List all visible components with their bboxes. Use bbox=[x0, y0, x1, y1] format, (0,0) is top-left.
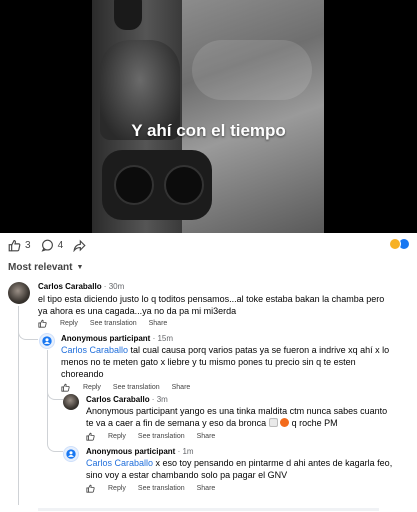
comment-text-line: sino voy a estar chambando solo pa pagar… bbox=[86, 470, 288, 480]
comment-text-line: Carlos Caraballo x eso toy pensando en p… bbox=[86, 457, 412, 469]
thread-elbow bbox=[47, 388, 63, 400]
comment-actions: Reply See translation Share bbox=[38, 319, 179, 328]
comment-text-line: Anonymous participant yango es una tinka… bbox=[86, 406, 388, 416]
divider bbox=[38, 508, 379, 511]
thread-elbow bbox=[47, 400, 63, 452]
video-frame bbox=[92, 0, 324, 233]
comment-header: Carlos Caraballo · 3m bbox=[86, 395, 168, 404]
comment-text-line: ya ahora es una cagada...ya no da pa mi … bbox=[38, 306, 237, 316]
mention-link[interactable]: Carlos Caraballo bbox=[61, 345, 128, 355]
thumbs-up-icon[interactable] bbox=[38, 319, 47, 328]
thumbs-up-icon[interactable] bbox=[86, 432, 95, 441]
comment-time: · 30m bbox=[101, 282, 125, 291]
reply-button[interactable]: Reply bbox=[108, 485, 126, 492]
thumbs-up-icon bbox=[8, 239, 21, 251]
reply-button[interactable]: Reply bbox=[83, 384, 101, 391]
share-comment-button[interactable]: Share bbox=[149, 320, 168, 327]
see-translation-button[interactable]: See translation bbox=[113, 384, 160, 391]
share-comment-button[interactable]: Share bbox=[172, 384, 191, 391]
comment-text-line: el tipo esta diciendo justo lo q toditos… bbox=[38, 294, 385, 304]
anonymous-user-icon bbox=[42, 336, 52, 346]
wow-reaction-icon bbox=[389, 238, 401, 250]
avatar[interactable] bbox=[39, 333, 55, 349]
comment-actions: Reply See translation Share bbox=[86, 432, 227, 441]
comment-text: Carlos Caraballo tal cual causa porq var… bbox=[61, 344, 411, 380]
comment-text: Anonymous participant yango es una tinka… bbox=[86, 405, 412, 429]
comment-text: el tipo esta diciendo justo lo q toditos… bbox=[38, 293, 410, 317]
angry-emoji-icon bbox=[280, 418, 290, 427]
comment-header: Carlos Caraballo · 30m bbox=[38, 282, 124, 291]
share-arrow-icon bbox=[73, 239, 86, 252]
comment-button[interactable]: 4 bbox=[41, 239, 64, 252]
dice-emoji-icon bbox=[268, 418, 278, 427]
comment-text-fragment: te va a caer a fin de semana y eso da br… bbox=[86, 418, 269, 428]
anonymous-user-icon bbox=[66, 449, 76, 459]
comment-text-line: menos no te meten gato x liebre y tu mis… bbox=[61, 357, 356, 367]
avatar[interactable] bbox=[63, 446, 79, 462]
comment-actions: Reply See translation Share bbox=[61, 383, 202, 392]
comment-author[interactable]: Anonymous participant bbox=[61, 334, 150, 343]
comment-text-line: te va a caer a fin de semana y eso da br… bbox=[86, 417, 412, 429]
like-count: 3 bbox=[25, 239, 31, 251]
comment-author[interactable]: Anonymous participant bbox=[86, 447, 175, 456]
comment-time: · 3m bbox=[149, 395, 168, 404]
comment-time: · 1m bbox=[175, 447, 194, 456]
comment-author[interactable]: Carlos Caraballo bbox=[86, 395, 150, 404]
video-caption: Y ahí con el tiempo bbox=[131, 121, 286, 140]
comment-actions: Reply See translation Share bbox=[86, 484, 227, 493]
see-translation-button[interactable]: See translation bbox=[138, 485, 185, 492]
like-button[interactable]: 3 bbox=[8, 239, 31, 252]
thumbs-up-icon[interactable] bbox=[86, 484, 95, 493]
frame-seat-fold bbox=[192, 40, 312, 100]
comment-count: 4 bbox=[57, 239, 64, 251]
reply-button[interactable]: Reply bbox=[60, 320, 78, 327]
comment-author[interactable]: Carlos Caraballo bbox=[38, 282, 102, 291]
reaction-summary[interactable] bbox=[389, 238, 410, 250]
comment-text-fragment: tal cual causa porq varios patas ya se f… bbox=[128, 345, 390, 355]
post-action-bar: 3 4 bbox=[0, 233, 417, 257]
frame-cup-left bbox=[114, 165, 154, 205]
chevron-down-icon: ▼ bbox=[76, 264, 84, 271]
comment-sort-dropdown[interactable]: Most relevant ▼ bbox=[8, 262, 83, 273]
share-comment-button[interactable]: Share bbox=[197, 485, 216, 492]
reply-button[interactable]: Reply bbox=[108, 433, 126, 440]
share-button[interactable] bbox=[73, 239, 90, 252]
comment-text-fragment: x eso toy pensando en pintarme d ahi ant… bbox=[153, 458, 393, 468]
frame-shifter-knob bbox=[114, 0, 142, 30]
video-player[interactable]: Y ahí con el tiempo bbox=[0, 0, 417, 233]
comment-text-fragment: q roche PM bbox=[289, 418, 338, 428]
comment-text-line: choreando bbox=[61, 369, 104, 379]
comment-text-line: Carlos Caraballo tal cual causa porq var… bbox=[61, 344, 411, 356]
thread-line bbox=[18, 340, 19, 505]
thread-elbow bbox=[18, 326, 38, 340]
see-translation-button[interactable]: See translation bbox=[138, 433, 185, 440]
comment-bubble-icon bbox=[41, 239, 53, 252]
mention-link[interactable]: Carlos Caraballo bbox=[86, 458, 153, 468]
comment-header: Anonymous participant · 15m bbox=[61, 334, 173, 343]
avatar[interactable] bbox=[8, 282, 30, 304]
share-comment-button[interactable]: Share bbox=[197, 433, 216, 440]
frame-cup-right bbox=[164, 165, 204, 205]
comment-header: Anonymous participant · 1m bbox=[86, 447, 194, 456]
sort-label: Most relevant bbox=[8, 262, 73, 273]
comment-time: · 15m bbox=[150, 334, 174, 343]
comment-text: Carlos Caraballo x eso toy pensando en p… bbox=[86, 457, 412, 481]
see-translation-button[interactable]: See translation bbox=[90, 320, 137, 327]
avatar[interactable] bbox=[63, 394, 79, 410]
